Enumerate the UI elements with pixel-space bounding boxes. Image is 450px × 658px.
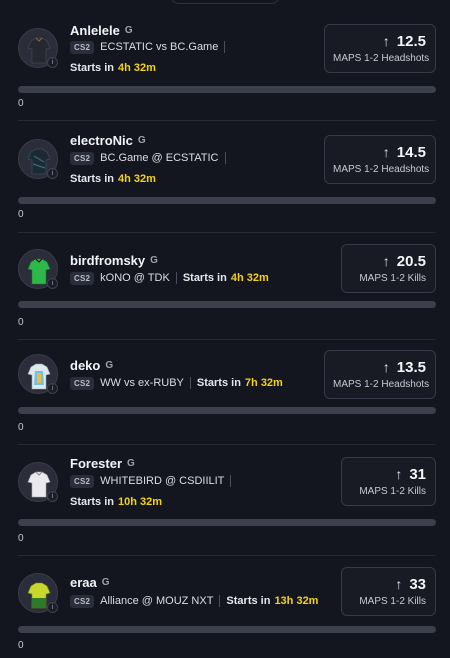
stat-label: MAPS 1-2 Headshots	[333, 164, 430, 175]
starts-time: 13h 32m	[274, 595, 319, 607]
starts-label: Starts in	[70, 62, 115, 74]
divider	[18, 232, 436, 233]
divider	[18, 555, 436, 556]
stat-label: MAPS 1-2 Headshots	[333, 53, 430, 64]
match-text: Alliance @ MOUZ NXT	[100, 595, 214, 607]
starts-time: 4h 32m	[118, 173, 156, 185]
stat-value: 13.5	[396, 358, 426, 376]
league-tag: G	[150, 254, 158, 266]
stat-value: 31	[409, 465, 426, 483]
progress-count: 0	[18, 422, 24, 433]
league-tag: G	[105, 359, 114, 371]
match-text: WW vs ex-RUBY	[100, 377, 184, 389]
match-text: WHITEBIRD @ CSDIILIT	[100, 475, 225, 487]
stat-value: 12.5	[396, 32, 426, 50]
starts-time: 4h 32m	[118, 62, 156, 74]
match-text: ECSTATIC vs BC.Game	[100, 41, 219, 53]
arrow-up-icon: ↑	[395, 576, 403, 592]
info-icon: i	[47, 57, 58, 68]
stat-label: MAPS 1-2 Kills	[359, 486, 426, 497]
progress-count: 0	[18, 98, 24, 109]
starts-time: 7h 32m	[244, 377, 283, 389]
info-icon: i	[47, 491, 58, 502]
top-tab[interactable]	[170, 0, 280, 4]
divider	[18, 339, 436, 340]
progress-bar	[18, 519, 436, 526]
stat-button[interactable]: ↑ 14.5 MAPS 1-2 Headshots	[324, 135, 436, 184]
player-name: deko	[70, 357, 101, 373]
divider	[18, 120, 436, 121]
arrow-up-icon: ↑	[382, 144, 390, 160]
info-icon: i	[47, 602, 58, 613]
progress-count: 0	[18, 317, 24, 328]
info-icon: i	[47, 383, 58, 394]
player-name: birdfromsky	[70, 252, 146, 268]
starts-time: 4h 32m	[230, 272, 269, 284]
starts-label: Starts in	[70, 173, 115, 185]
progress-count: 0	[18, 640, 24, 651]
stat-button[interactable]: ↑ 12.5 MAPS 1-2 Headshots	[324, 24, 436, 73]
separator	[224, 41, 226, 53]
progress-count: 0	[18, 533, 24, 544]
starts-label: Starts in	[196, 377, 241, 389]
match-text: kONO @ TDK	[100, 272, 170, 284]
arrow-up-icon: ↑	[382, 33, 390, 49]
stat-button[interactable]: ↑ 33 MAPS 1-2 Kills	[341, 567, 436, 616]
player-name: Anlelele	[70, 22, 120, 38]
league-tag: G	[127, 457, 135, 469]
game-badge: CS2	[70, 40, 95, 54]
game-badge: CS2	[70, 376, 95, 390]
match-text: BC.Game @ ECSTATIC	[100, 152, 219, 164]
separator	[219, 595, 221, 607]
separator	[189, 377, 191, 389]
arrow-up-icon: ↑	[382, 359, 390, 375]
progress-bar	[18, 301, 436, 308]
stat-label: MAPS 1-2 Headshots	[333, 379, 430, 390]
separator	[175, 272, 177, 284]
stat-button[interactable]: ↑ 20.5 MAPS 1-2 Kills	[341, 244, 436, 293]
stat-label: MAPS 1-2 Kills	[359, 273, 426, 284]
game-badge: CS2	[70, 474, 95, 488]
starts-time: 10h 32m	[118, 496, 163, 508]
progress-bar	[18, 626, 436, 633]
starts-label: Starts in	[70, 496, 115, 508]
stat-button[interactable]: ↑ 13.5 MAPS 1-2 Headshots	[324, 350, 436, 399]
separator	[224, 152, 226, 164]
game-badge: CS2	[70, 151, 95, 165]
league-tag: G	[124, 24, 133, 36]
separator	[230, 475, 232, 487]
arrow-up-icon: ↑	[395, 466, 403, 482]
game-badge: CS2	[70, 594, 95, 608]
stat-value: 20.5	[396, 252, 426, 270]
progress-count: 0	[18, 209, 24, 220]
league-tag: G	[101, 576, 110, 588]
progress-bar	[18, 407, 436, 414]
game-badge: CS2	[70, 271, 95, 285]
stat-label: MAPS 1-2 Kills	[359, 596, 426, 607]
info-icon: i	[47, 278, 58, 289]
info-icon: i	[47, 168, 58, 179]
arrow-up-icon: ↑	[382, 253, 390, 269]
player-name: eraa	[70, 574, 97, 590]
divider	[18, 444, 436, 445]
progress-bar	[18, 197, 436, 204]
player-name: Forester	[70, 455, 123, 471]
starts-label: Starts in	[182, 272, 227, 284]
stat-value: 33	[409, 575, 426, 593]
stat-value: 14.5	[396, 143, 426, 161]
starts-label: Starts in	[226, 595, 271, 607]
progress-bar	[18, 86, 436, 93]
stat-button[interactable]: ↑ 31 MAPS 1-2 Kills	[341, 457, 436, 506]
league-tag: G	[137, 134, 146, 146]
player-name: electroNic	[70, 132, 133, 148]
